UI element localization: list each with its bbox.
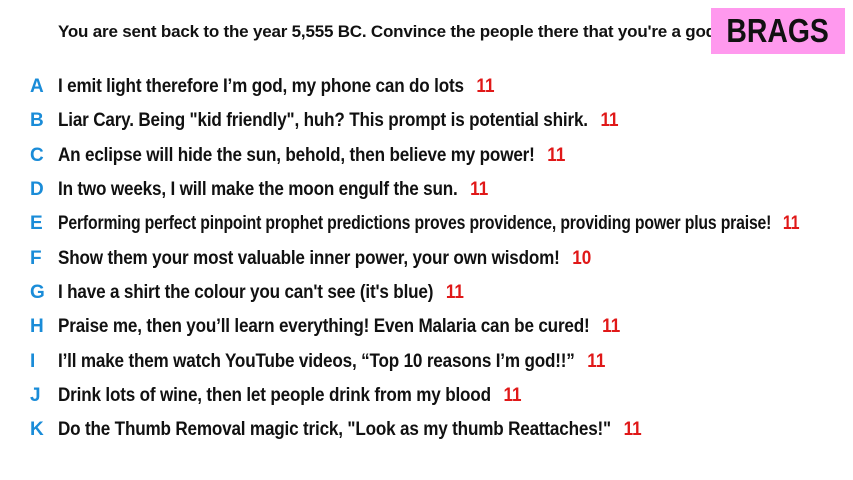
answer-score: 11	[476, 76, 495, 98]
answer-body: Praise me, then you’ll learn everything!…	[58, 316, 620, 338]
answer-text: In two weeks, I will make the moon engul…	[58, 179, 458, 201]
answer-text: Performing perfect pinpoint prophet pred…	[58, 213, 772, 235]
answer-text: Praise me, then you’ll learn everything!…	[58, 316, 590, 338]
answer-body: I have a shirt the colour you can't see …	[58, 282, 464, 304]
answer-row-f[interactable]: F Show them your most valuable inner pow…	[0, 241, 853, 275]
answer-letter: K	[30, 419, 44, 441]
answer-score: 11	[600, 110, 619, 132]
answer-text: Do the Thumb Removal magic trick, "Look …	[58, 419, 611, 441]
answer-body: I emit light therefore I’m god, my phone…	[58, 76, 495, 98]
answer-score: 11	[445, 281, 464, 303]
answer-body: I’ll make them watch YouTube videos, “To…	[58, 351, 605, 373]
category-badge-label: BRAGS	[726, 12, 830, 49]
answer-body: Liar Cary. Being "kid friendly", huh? Th…	[58, 110, 619, 132]
answer-body: Show them your most valuable inner power…	[58, 248, 591, 270]
answer-score: 11	[470, 179, 489, 201]
answer-row-d[interactable]: D In two weeks, I will make the moon eng…	[0, 173, 853, 207]
answer-body: Do the Thumb Removal magic trick, "Look …	[58, 419, 642, 441]
answer-letter: F	[30, 247, 42, 269]
answer-letter: I	[30, 350, 36, 372]
answer-score: 11	[587, 350, 606, 372]
answer-text: I’ll make them watch YouTube videos, “To…	[58, 350, 575, 372]
answer-row-g[interactable]: G I have a shirt the colour you can't se…	[0, 276, 853, 310]
answer-text: I emit light therefore I’m god, my phone…	[58, 76, 464, 98]
answer-letter: G	[30, 281, 45, 303]
answer-list: A I emit light therefore I’m god, my pho…	[0, 70, 853, 447]
answer-score: 11	[782, 213, 800, 235]
answer-row-i[interactable]: I I’ll make them watch YouTube videos, “…	[0, 344, 853, 378]
answer-score: 11	[623, 419, 642, 441]
answer-body: Drink lots of wine, then let people drin…	[58, 385, 522, 407]
answer-row-e[interactable]: E Performing perfect pinpoint prophet pr…	[0, 207, 853, 241]
answer-row-b[interactable]: B Liar Cary. Being "kid friendly", huh? …	[0, 104, 853, 138]
answer-row-a[interactable]: A I emit light therefore I’m god, my pho…	[0, 70, 853, 104]
answer-text: Show them your most valuable inner power…	[58, 247, 560, 269]
answer-row-j[interactable]: J Drink lots of wine, then let people dr…	[0, 379, 853, 413]
answer-body: An eclipse will hide the sun, behold, th…	[58, 145, 565, 167]
answer-letter: A	[30, 76, 44, 98]
answer-text: Drink lots of wine, then let people drin…	[58, 384, 491, 406]
answer-row-h[interactable]: H Praise me, then you’ll learn everythin…	[0, 310, 853, 344]
answer-score: 11	[547, 144, 566, 166]
answer-text: Liar Cary. Being "kid friendly", huh? Th…	[58, 110, 588, 132]
answer-row-c[interactable]: C An eclipse will hide the sun, behold, …	[0, 139, 853, 173]
category-badge: BRAGS	[711, 8, 845, 54]
answer-letter: C	[30, 144, 44, 166]
answer-score: 11	[602, 316, 621, 338]
answer-score: 10	[572, 247, 592, 269]
answer-letter: B	[30, 110, 44, 132]
answer-text: I have a shirt the colour you can't see …	[58, 281, 434, 303]
answer-letter: D	[30, 179, 44, 201]
answer-body: Performing perfect pinpoint prophet pred…	[58, 213, 800, 235]
answer-row-k[interactable]: K Do the Thumb Removal magic trick, "Loo…	[0, 413, 853, 447]
answer-letter: E	[30, 213, 43, 235]
answer-score: 11	[503, 384, 522, 406]
answer-body: In two weeks, I will make the moon engul…	[58, 179, 488, 201]
answer-letter: H	[30, 316, 44, 338]
prompt-text: You are sent back to the year 5,555 BC. …	[58, 22, 721, 41]
answer-letter: J	[30, 384, 41, 406]
answer-text: An eclipse will hide the sun, behold, th…	[58, 144, 535, 166]
